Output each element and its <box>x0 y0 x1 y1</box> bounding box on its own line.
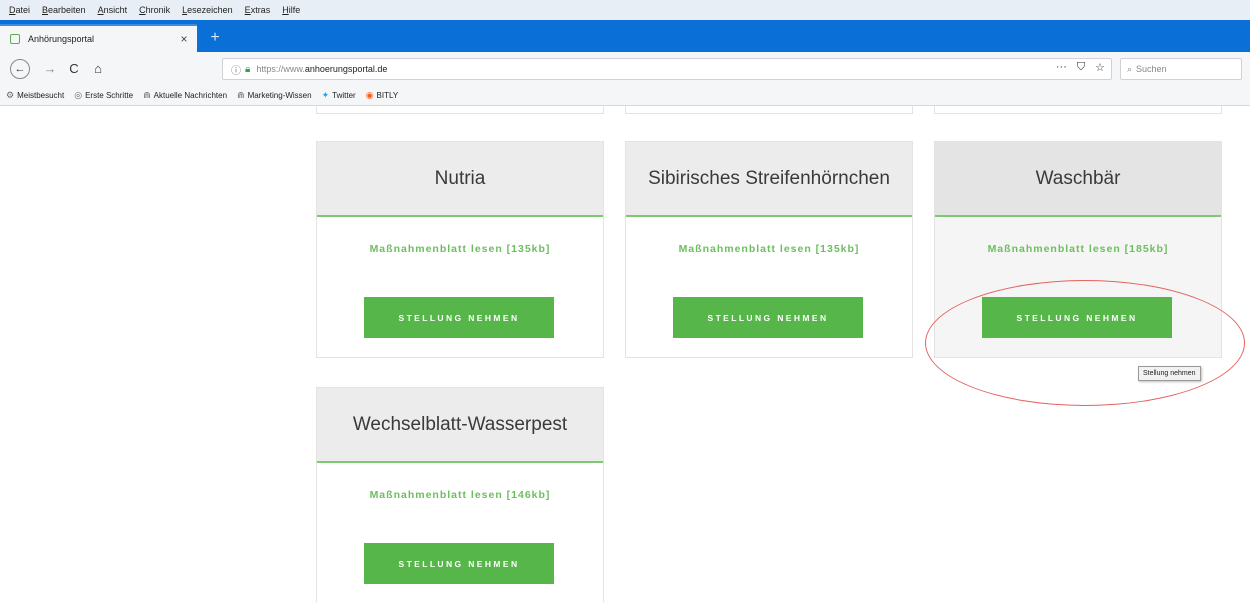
card-title: Waschbär <box>935 142 1221 217</box>
take-position-button[interactable]: STELLUNG NEHMEN <box>673 297 863 338</box>
bookmark-meistbesucht[interactable]: ⚙ Meistbesucht <box>6 90 64 101</box>
bitly-icon: ◉ <box>365 90 374 100</box>
menu-lesezeichen[interactable]: Lesezeichen <box>181 5 234 15</box>
measure-sheet-link[interactable]: Maßnahmenblatt lesen [135kb] <box>626 243 912 255</box>
bookmark-label: Erste Schritte <box>85 91 134 100</box>
card-stub <box>934 106 1222 114</box>
card-title: Wechselblatt-Wasserpest <box>317 388 603 463</box>
search-icon: ⌕ <box>1127 63 1133 74</box>
menu-extras[interactable]: Extras <box>244 5 272 15</box>
take-position-button[interactable]: STELLUNG NEHMEN <box>364 297 554 338</box>
bookmark-erste-schritte[interactable]: ◎ Erste Schritte <box>74 90 133 101</box>
navigation-bar: ← → C ⌂ ⓘ 🔒︎ https://www. anhoerungsport… <box>0 52 1250 86</box>
page-viewport: Nutria Maßnahmenblatt lesen [135kb] STEL… <box>0 106 1250 602</box>
bookmark-twitter[interactable]: ✦ Twitter <box>322 90 356 101</box>
highlight-annotation <box>925 280 1245 406</box>
search-placeholder: Suchen <box>1136 64 1167 74</box>
url-host: anhoerungsportal.de <box>304 64 388 74</box>
gear-icon: ⚙ <box>6 90 15 100</box>
tab-active[interactable]: Anhörungsportal × <box>0 24 197 52</box>
bookmark-label: BITLY <box>376 91 399 100</box>
page-actions-icon[interactable]: ··· <box>1056 61 1067 74</box>
card-stub <box>316 106 604 114</box>
bookmark-label: Meistbesucht <box>17 91 65 100</box>
info-icon[interactable]: ⓘ <box>231 62 241 77</box>
forward-button[interactable]: → <box>40 59 60 79</box>
pocket-icon[interactable]: ⛉ <box>1077 61 1085 74</box>
firefox-icon: ◎ <box>74 90 83 100</box>
menu-bearbeiten[interactable]: Bearbeiten <box>41 5 87 15</box>
bookmark-label: Aktuelle Nachrichten <box>153 91 228 100</box>
menu-hilfe[interactable]: Hilfe <box>281 5 301 15</box>
card-title: Nutria <box>317 142 603 217</box>
home-button[interactable]: ⌂ <box>88 59 108 79</box>
back-button[interactable]: ← <box>10 59 30 79</box>
measure-sheet-link[interactable]: Maßnahmenblatt lesen [135kb] <box>317 243 603 255</box>
card-stub <box>625 106 913 114</box>
menu-bar: Datei Bearbeiten Ansicht Chronik Lesezei… <box>0 0 1250 20</box>
bookmark-star-icon[interactable]: ☆ <box>1095 61 1105 74</box>
rss-feed-icon: ⋒ <box>143 90 151 100</box>
bookmark-label: Twitter <box>332 91 356 100</box>
bookmark-marketing-wissen[interactable]: ⋒ Marketing-Wissen <box>237 90 312 101</box>
species-card: Sibirisches Streifenhörnchen Maßnahmenbl… <box>625 141 913 358</box>
menu-ansicht[interactable]: Ansicht <box>97 5 129 15</box>
tab-strip: Anhörungsportal × + <box>0 20 1250 52</box>
reload-button[interactable]: C <box>64 59 84 79</box>
card-title: Sibirisches Streifenhörnchen <box>626 142 912 217</box>
lock-icon: 🔒︎ <box>245 63 251 75</box>
species-card: Nutria Maßnahmenblatt lesen [135kb] STEL… <box>316 141 604 358</box>
menu-chronik[interactable]: Chronik <box>138 5 171 15</box>
bookmark-bitly[interactable]: ◉ BITLY <box>366 90 399 101</box>
search-input[interactable]: ⌕ Suchen <box>1120 58 1242 80</box>
tab-title: Anhörungsportal <box>28 34 95 44</box>
rss-feed-icon: ⋒ <box>237 90 245 100</box>
take-position-button[interactable]: STELLUNG NEHMEN <box>364 543 554 584</box>
bookmark-aktuelle-nachrichten[interactable]: ⋒ Aktuelle Nachrichten <box>143 90 227 101</box>
menu-datei[interactable]: Datei <box>8 5 31 15</box>
new-tab-button[interactable]: + <box>205 28 225 48</box>
close-tab-icon[interactable]: × <box>177 32 191 46</box>
bookmarks-toolbar: ⚙ Meistbesucht ◎ Erste Schritte ⋒ Aktuelle … <box>0 86 1250 106</box>
twitter-bird-icon: ✦ <box>321 90 330 100</box>
measure-sheet-link[interactable]: Maßnahmenblatt lesen [185kb] <box>935 243 1221 255</box>
page-favicon-icon <box>10 34 20 44</box>
url-protocol: https://www. <box>256 64 305 74</box>
bookmark-label: Marketing-Wissen <box>247 91 312 100</box>
species-card: Wechselblatt-Wasserpest Maßnahmenblatt l… <box>316 387 604 602</box>
measure-sheet-link[interactable]: Maßnahmenblatt lesen [146kb] <box>317 489 603 501</box>
button-tooltip: Stellung nehmen <box>1138 366 1201 381</box>
url-bar[interactable]: ⓘ 🔒︎ https://www. anhoerungsportal.de ··… <box>222 58 1112 80</box>
